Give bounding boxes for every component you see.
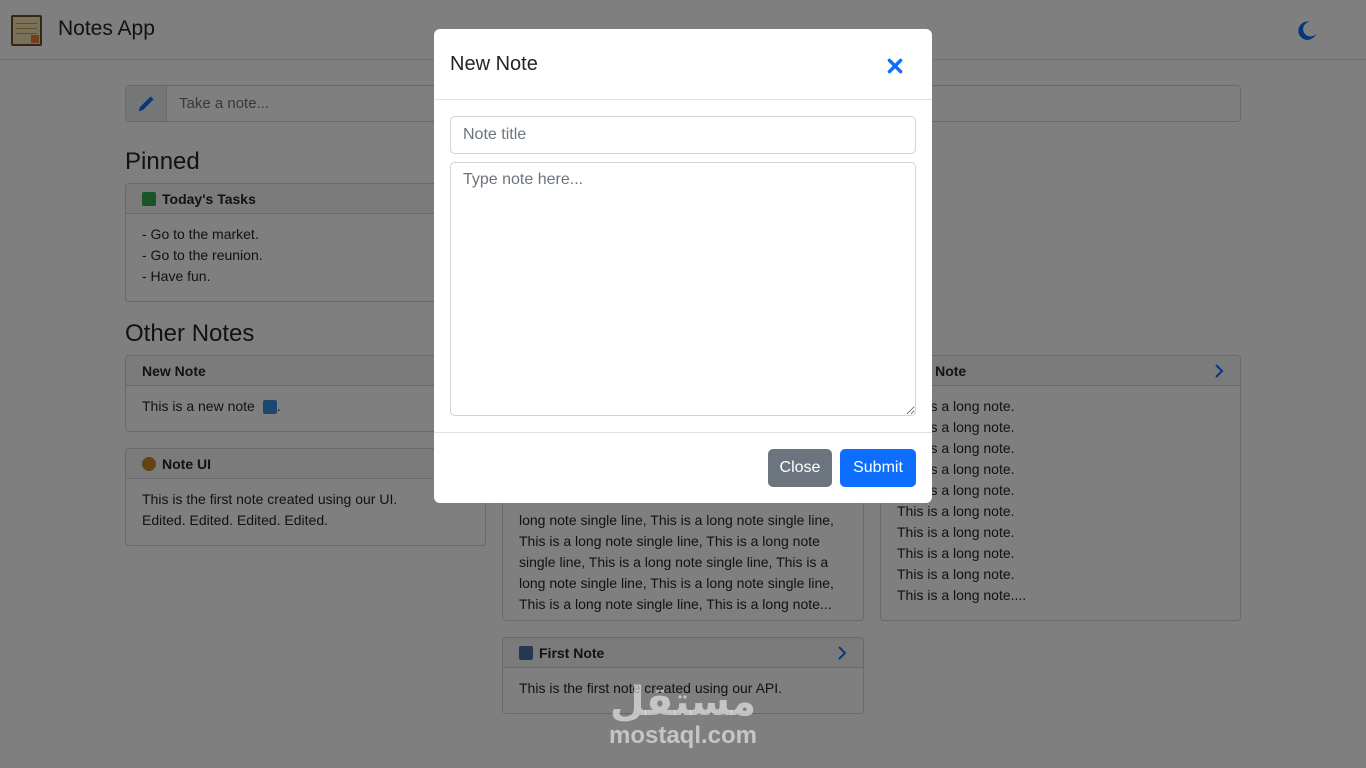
modal-footer: Close Submit — [434, 432, 932, 503]
close-icon[interactable] — [886, 57, 904, 75]
watermark-arabic: مستقل — [609, 679, 757, 725]
note-body-textarea[interactable] — [450, 162, 916, 416]
modal-title: New Note — [450, 53, 538, 75]
modal-header: New Note — [434, 29, 932, 100]
new-note-modal: New Note Close Submit — [434, 29, 932, 503]
close-button[interactable]: Close — [768, 449, 832, 487]
watermark-latin: mostaql.com — [608, 722, 758, 749]
watermark: مستقل mostaql.com — [600, 682, 766, 750]
note-title-input[interactable] — [450, 116, 916, 154]
submit-button[interactable]: Submit — [840, 449, 916, 487]
